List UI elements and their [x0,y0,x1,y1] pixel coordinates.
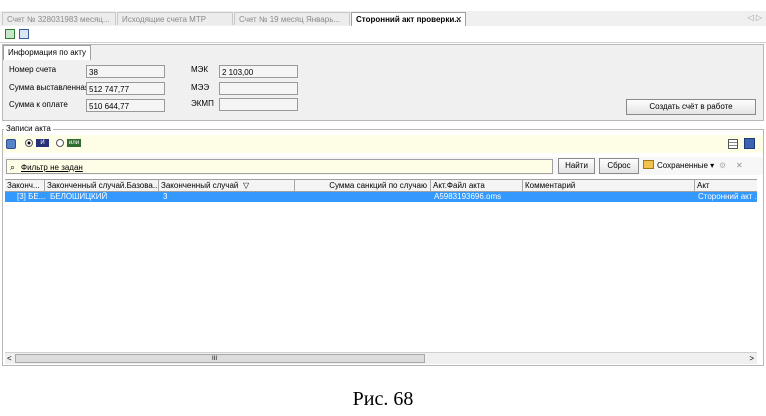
figure-caption: Рис. 68 [352,388,414,410]
billed-amount-field[interactable]: 512 747,77 [86,82,165,95]
cell-case-base: БЕЛОШИЦКИЙ [50,192,108,201]
ekmp-field[interactable] [219,98,298,111]
create-invoice-button[interactable]: Создать счёт в работе [626,99,756,115]
application-window: Счет № 328031983 месяц... Исходящие счет… [0,0,766,370]
save-filter-icon[interactable]: ⚙ [719,161,726,170]
ekmp-label: ЭКМП [191,99,214,108]
act-records-legend: Записи акта [4,124,53,133]
account-number-field[interactable]: 38 [86,65,165,78]
grid-header: Законч... Законченный случай.Базова... З… [5,179,757,192]
scrollbar-thumb[interactable]: III [15,354,425,363]
saved-filters-icon [643,160,654,169]
close-tab-icon[interactable]: ✕ [455,13,462,26]
col-header-comment[interactable]: Комментарий [523,180,695,191]
col-header-case[interactable]: Законченный случай ▽ [159,180,295,191]
scroll-left-arrow[interactable]: < [7,353,12,364]
tab-invoice-19[interactable]: Счет № 19 месяц Январь... [234,12,350,25]
or-option-label: или [67,139,81,147]
payable-amount-field[interactable]: 510 644,77 [86,99,165,112]
payable-amount-label: Сумма к оплате [9,100,68,109]
saved-filters-dropdown[interactable]: Сохраненные ▾ [657,161,714,170]
tab-invoice-328031983[interactable]: Счет № 328031983 месяц... [2,12,116,25]
scrollbar-grip: III [212,356,218,362]
tab-label: Сторонний акт проверки... [356,15,461,24]
sort-desc-icon: ▽ [243,181,250,190]
tab-label: Счет № 328031983 месяц... [7,15,110,24]
col-header-sanctions[interactable]: Сумма санкций по случаю [295,180,431,191]
tab-act-info[interactable]: Информация по акту [3,45,91,60]
mee-label: МЭЭ [191,83,210,92]
mee-field[interactable] [219,82,298,95]
col-header-act[interactable]: Акт [695,180,757,191]
tab-scroll-arrows[interactable]: ◁ ▷ [747,13,762,22]
cell-sanctions [297,192,429,202]
cell-comment [525,192,693,202]
scroll-right-arrow[interactable]: > [749,353,754,364]
col-header-act-file[interactable]: Акт.Файл акта [431,180,523,191]
clear-filter-icon[interactable]: ✕ [736,161,743,170]
mek-field[interactable]: 2 103,00 [219,65,298,78]
grid-empty-area [5,202,757,351]
and-option-label: И [36,139,49,147]
col-header-label: Законченный случай [161,181,239,190]
columns-settings-icon[interactable] [728,139,738,149]
filter-options-bar: И или [3,135,763,153]
find-button[interactable]: Найти [558,158,595,174]
cell-case-short: [3] БЕ... [17,192,46,201]
copy-document-icon[interactable] [19,29,29,39]
save-icon[interactable] [744,138,755,149]
account-number-label: Номер счета [9,65,57,74]
reset-button[interactable]: Сброс [599,158,639,174]
document-tab-bar: Счет № 328031983 месяц... Исходящие счет… [0,11,766,27]
billed-amount-label: Сумма выставленная [9,83,90,92]
refresh-icon[interactable] [5,29,15,39]
expand-arrows-icon[interactable] [6,139,16,149]
binoculars-icon: ⌕ [10,162,16,172]
table-row[interactable]: [3] БЕ... БЕЛОШИЦКИЙ 3 A5983193696.oms С… [5,192,757,202]
radio-or[interactable] [56,139,64,147]
top-toolbar [0,26,766,43]
radio-and[interactable] [25,139,33,147]
tab-label: Исходящие счета МТР [122,15,207,24]
cell-act-file: A5983193696.oms [434,192,502,201]
tab-third-party-act[interactable]: Сторонний акт проверки... ✕ [351,12,466,26]
tab-outgoing-invoices[interactable]: Исходящие счета МТР [117,12,233,25]
cell-act: Сторонний акт ... [698,192,756,201]
tab-label: Счет № 19 месяц Январь... [239,15,341,24]
filter-field[interactable]: ⌕ Фильтр не задан [6,159,553,174]
filter-status-link[interactable]: Фильтр не задан [21,163,83,172]
col-header-case-short[interactable]: Законч... [5,180,45,191]
horizontal-scrollbar[interactable]: < III > [5,352,757,364]
cell-case: 3 [163,192,168,201]
col-header-case-base[interactable]: Законченный случай.Базова... [45,180,159,191]
mek-label: МЭК [191,65,209,74]
